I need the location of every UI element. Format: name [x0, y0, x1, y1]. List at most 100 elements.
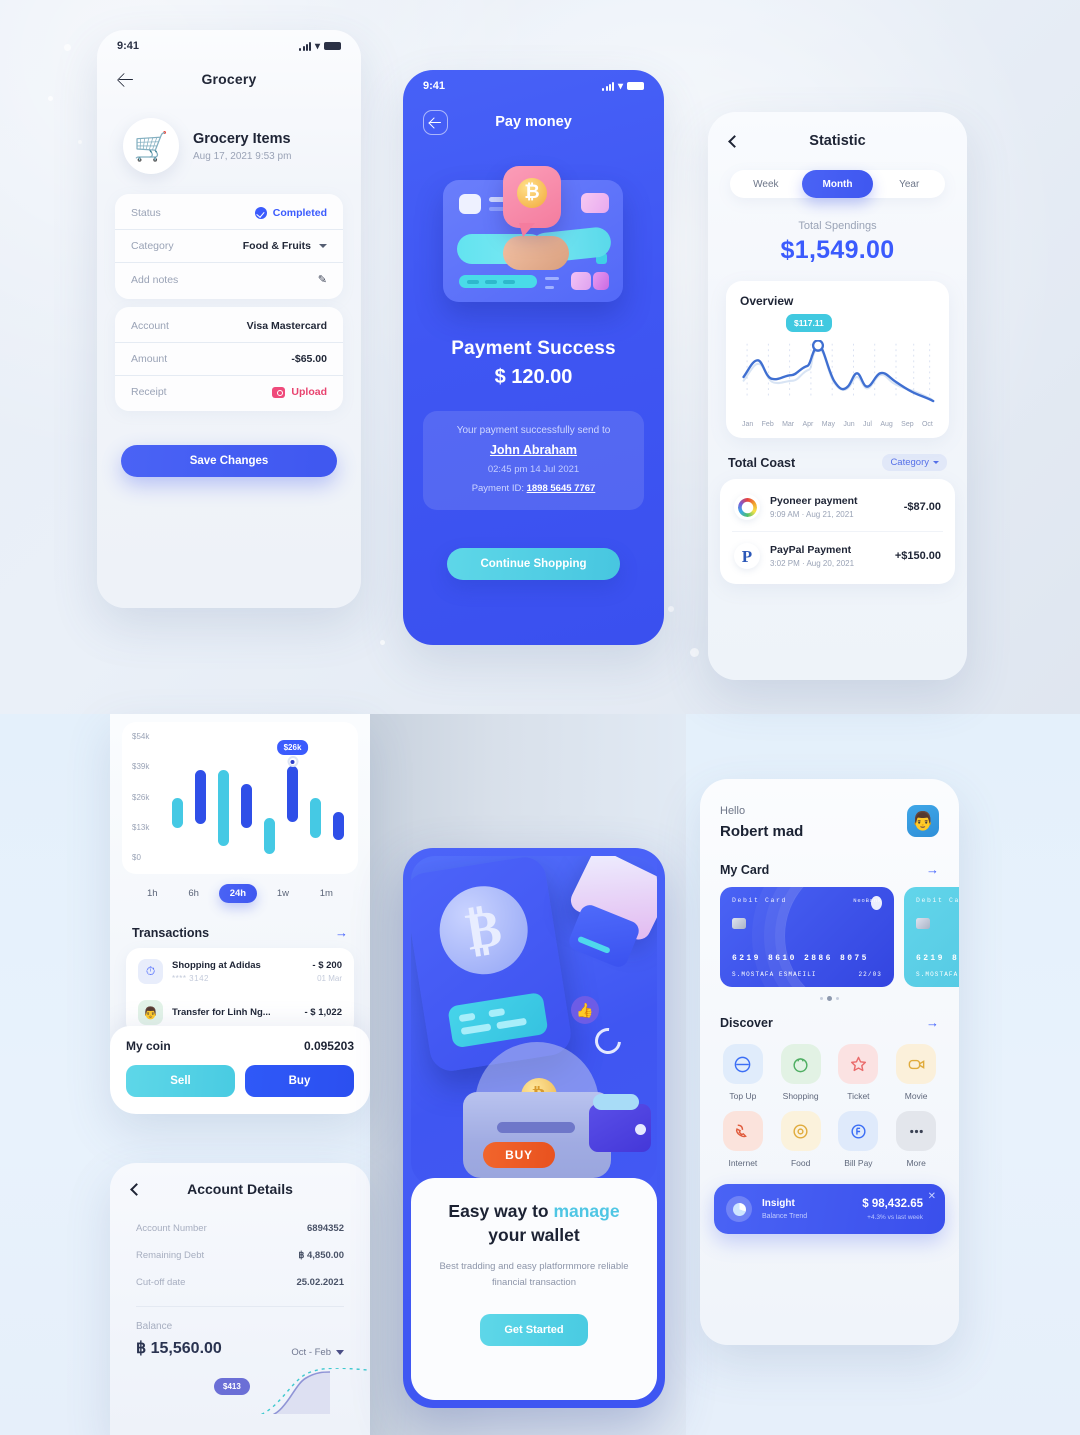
discover-item-movie[interactable]: Movie [889, 1044, 943, 1101]
bar [195, 770, 206, 824]
camera-icon[interactable] [272, 386, 286, 398]
row-label: Receipt [131, 386, 167, 398]
phone-grocery-detail: 9:41 ▾ Grocery 🛒 Grocery Items Aug 17, 2… [97, 30, 361, 608]
illustration-card [447, 991, 549, 1049]
transactions-title: Transactions [132, 925, 210, 940]
total-coast-title: Total Coast [728, 455, 796, 470]
timeframe-1m[interactable]: 1m [309, 884, 344, 903]
wifi-icon: ▾ [314, 40, 320, 52]
topup-icon [722, 1044, 763, 1084]
buy-button[interactable]: Buy [245, 1065, 354, 1097]
save-changes-button[interactable]: Save Changes [121, 445, 337, 477]
illustration-pink-chip [581, 193, 609, 213]
chart-bars: $26k [172, 736, 344, 864]
carousel-dots[interactable] [700, 996, 959, 1001]
insight-banner[interactable]: Insight Balance Trend $ 98,432.65 +4.3% … [714, 1184, 945, 1234]
transaction-name: PayPal Payment [770, 544, 852, 556]
headline-part-2: your wallet [488, 1224, 580, 1245]
signal-icon [299, 41, 311, 51]
x-tick: Aug [880, 421, 893, 428]
table-row[interactable]: Pyoneer payment 9:09 AM · Aug 21, 2021 -… [732, 483, 943, 532]
chevron-down-icon[interactable] [319, 244, 327, 248]
card-holder: S.MOSTAFA E [916, 971, 959, 978]
segment-week[interactable]: Week [730, 170, 802, 198]
chevron-down-icon [933, 461, 939, 464]
list-item[interactable]: ⏱ Shopping at Adidas **** 3142 - $ 200 0… [138, 951, 342, 992]
total-coast-header: Total Coast Category [728, 454, 947, 471]
discover-item-food[interactable]: Food [774, 1111, 828, 1168]
row-status[interactable]: Status Completed [115, 197, 343, 230]
segment-month[interactable]: Month [801, 170, 874, 198]
handshake-payment-illustration: ₿ [431, 166, 636, 316]
food-icon [780, 1111, 821, 1151]
navbar: Pay money [403, 96, 664, 148]
discover-item-ticket[interactable]: Ticket [832, 1044, 886, 1101]
phone-crypto-chart: $54k $39k $26k $13k $0 $26k 1h 6h 24h 1w… [110, 714, 370, 1114]
cards-carousel[interactable]: Debit Card NeoBank 6219 8610 2886 8075 S… [700, 887, 959, 987]
ticket-icon [838, 1044, 879, 1084]
crypto-bar-chart: $54k $39k $26k $13k $0 $26k [122, 722, 358, 874]
bar-tooltip: $26k [276, 740, 309, 755]
grocery-info-card-bottom: Account Visa Mastercard Amount -$65.00 R… [115, 307, 343, 411]
row-cutoff-date: Cut-off date 25.02.2021 [110, 1269, 370, 1296]
payment-status-title: Payment Success [451, 338, 616, 359]
my-card-header: My Card → [700, 862, 959, 877]
get-started-button[interactable]: Get Started [480, 1313, 588, 1346]
payoneer-ring-icon [734, 494, 760, 520]
timeframe-6h[interactable]: 6h [177, 884, 210, 903]
page-title: Statistic [809, 133, 866, 149]
card-expiry: 22/03 [858, 971, 882, 978]
timeframe-1w[interactable]: 1w [266, 884, 300, 903]
card-brand: NeoBank [853, 897, 882, 904]
decor-dot [48, 96, 53, 101]
receipt-recipient: John Abraham [489, 443, 578, 457]
phone-payment-success: 9:41 ▾ Pay money ₿ Payment Success $ 120… [403, 70, 664, 645]
discover-item-internet[interactable]: Internet [716, 1111, 770, 1168]
movie-icon [896, 1044, 937, 1084]
discover-item-bill-pay[interactable]: Bill Pay [832, 1111, 886, 1168]
back-button[interactable] [423, 109, 448, 135]
card-top: Debit Card [916, 897, 959, 904]
close-icon[interactable]: ✕ [928, 1191, 936, 1202]
sell-button[interactable]: Sell [126, 1065, 235, 1097]
table-row[interactable]: P PayPal Payment 3:02 PM · Aug 20, 2021 … [732, 532, 943, 580]
discover-item-more[interactable]: More [889, 1111, 943, 1168]
category-label: Category [890, 457, 929, 468]
row-label: Category [131, 240, 174, 252]
timeframe-24h[interactable]: 24h [218, 884, 258, 903]
arrow-right-icon[interactable]: → [926, 862, 939, 877]
overview-card: Overview $117.11 Jan Feb Mar Apr May Jun… [726, 281, 949, 438]
headline-part-1: Easy way to [448, 1201, 554, 1221]
category-text: Food & Fruits [242, 240, 311, 252]
buy-badge[interactable]: BUY [483, 1142, 555, 1168]
pencil-icon[interactable]: ✎ [318, 273, 327, 286]
card-number: 6219 86 [916, 954, 959, 963]
arrow-right-icon[interactable]: → [335, 925, 348, 940]
decor-dot [690, 648, 699, 657]
continue-shopping-button[interactable]: Continue Shopping [447, 548, 620, 580]
bar-highlighted[interactable]: $26k [276, 740, 309, 822]
row-category[interactable]: Category Food & Fruits [115, 230, 343, 263]
card-number: 6219 8610 2886 8075 [732, 954, 869, 963]
back-arrow-icon[interactable] [117, 70, 135, 88]
upload-label[interactable]: Upload [291, 386, 327, 398]
paypal-icon: P [734, 543, 760, 569]
timeframe-1h[interactable]: 1h [136, 884, 169, 903]
insight-delta: +4.3% vs last week [867, 1213, 923, 1221]
my-coin-sheet: My coin 0.095203 Sell Buy [110, 1026, 370, 1114]
segment-year[interactable]: Year [873, 170, 945, 198]
date-range-selector[interactable]: Oct - Feb [291, 1347, 344, 1358]
debit-card-secondary[interactable]: Debit Card 6219 86 S.MOSTAFA E [904, 887, 959, 987]
debit-card-primary[interactable]: Debit Card NeoBank 6219 8610 2886 8075 S… [720, 887, 894, 987]
row-label: Add notes [131, 273, 179, 286]
arrow-right-icon[interactable]: → [926, 1015, 939, 1030]
avatar[interactable]: 👨 [907, 805, 939, 837]
x-tick: Jul [863, 421, 872, 428]
status-icons: ▾ [602, 81, 644, 92]
bar [264, 818, 275, 854]
row-add-notes[interactable]: Add notes ✎ [115, 263, 343, 296]
category-dropdown[interactable]: Category [882, 454, 947, 471]
row-receipt[interactable]: Receipt Upload [115, 376, 343, 408]
discover-item-top-up[interactable]: Top Up [716, 1044, 770, 1101]
discover-item-shopping[interactable]: Shopping [774, 1044, 828, 1101]
